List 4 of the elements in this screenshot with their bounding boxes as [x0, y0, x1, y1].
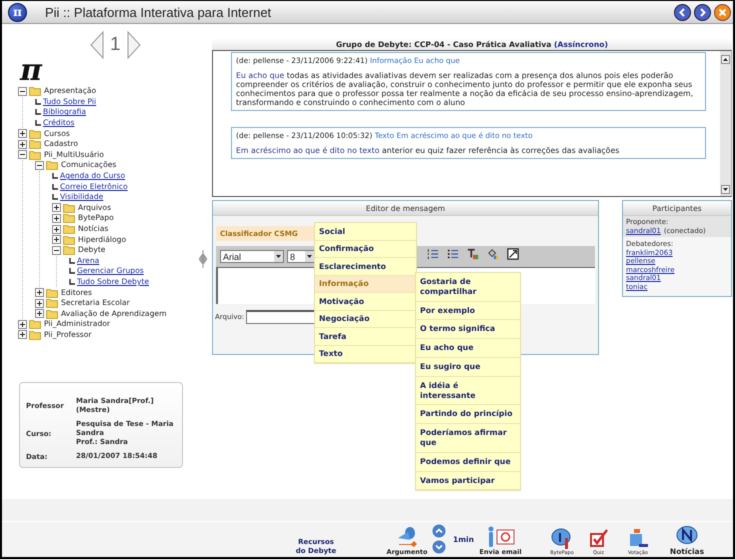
window-title: Pii :: Plataforma Interativa para Internet [45, 4, 272, 20]
app-logo: π [8, 2, 27, 22]
page-number: 1 [110, 34, 121, 56]
pi-logo: π [20, 56, 44, 86]
